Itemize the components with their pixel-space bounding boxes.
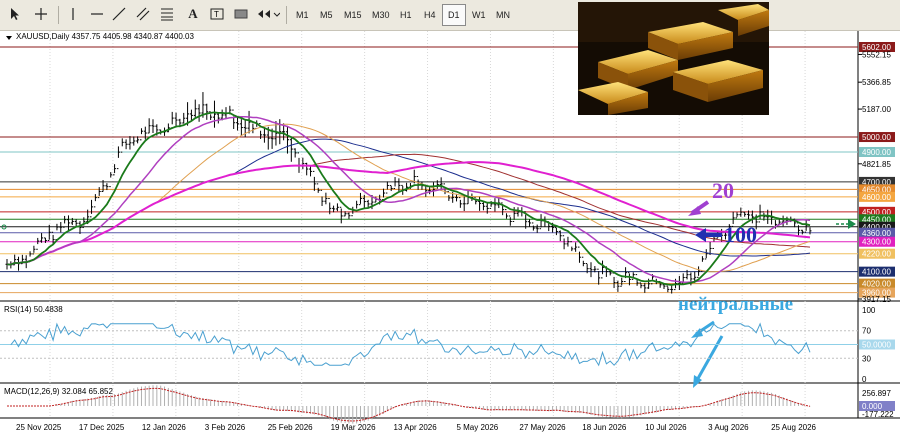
price-tick-label: 4360.00: [862, 229, 891, 238]
price-tick-label: 5552.15: [862, 50, 891, 59]
rsi-tick-label: 0: [862, 375, 867, 384]
symbol-info: XAUUSD,Daily 4357.75 4405.98 4340.87 440…: [16, 32, 194, 41]
date-tick-label: 3 Aug 2026: [708, 423, 749, 432]
price-tick-label: 5187.00: [862, 105, 891, 114]
date-tick-label: 19 Mar 2026: [331, 423, 376, 432]
gold-bars-photo: [578, 2, 769, 115]
annotation-ma100: 100: [724, 222, 757, 247]
rsi-tick-label: 70: [862, 327, 871, 336]
macd-tick-label: 256.897: [862, 389, 891, 398]
rsi-tick-label: 100: [862, 306, 876, 315]
macd-tick-label: -177.222: [862, 410, 894, 419]
rsi-label: RSI(14) 50.4838: [4, 305, 63, 314]
date-tick-label: 13 Apr 2026: [394, 423, 438, 432]
price-tick-label: 5366.85: [862, 78, 891, 87]
annotation-ma20: 20: [712, 178, 734, 203]
date-tick-label: 25 Feb 2026: [268, 423, 313, 432]
rsi-tick-label: 30: [862, 354, 871, 363]
date-tick-label: 10 Jul 2026: [645, 423, 687, 432]
date-tick-label: 18 Jun 2026: [582, 423, 627, 432]
annotation-neutral: нейтральные: [678, 294, 793, 315]
price-tick-label: 3917.15: [862, 295, 891, 304]
rsi-tick-label: 50.0000: [862, 341, 891, 350]
price-tick-label: 4821.85: [862, 160, 891, 169]
date-tick-label: 27 May 2026: [519, 423, 566, 432]
price-tick-label: 5000.00: [862, 133, 891, 142]
macd-label: MACD(12,26,9) 32.084 65.852: [4, 387, 114, 396]
date-tick-label: 3 Feb 2026: [205, 423, 246, 432]
date-tick-label: 25 Nov 2025: [16, 423, 62, 432]
date-tick-label: 17 Dec 2025: [79, 423, 125, 432]
price-tick-label: 4220.00: [862, 250, 891, 259]
price-tick-label: 4100.00: [862, 268, 891, 277]
price-tick-label: 4900.00: [862, 148, 891, 157]
price-tick-label: 4600.00: [862, 193, 891, 202]
date-tick-label: 12 Jan 2026: [142, 423, 187, 432]
price-tick-label: 4020.00: [862, 280, 891, 289]
date-tick-label: 25 Aug 2026: [771, 423, 816, 432]
price-tick-label: 4300.00: [862, 238, 891, 247]
date-tick-label: 5 May 2026: [456, 423, 498, 432]
